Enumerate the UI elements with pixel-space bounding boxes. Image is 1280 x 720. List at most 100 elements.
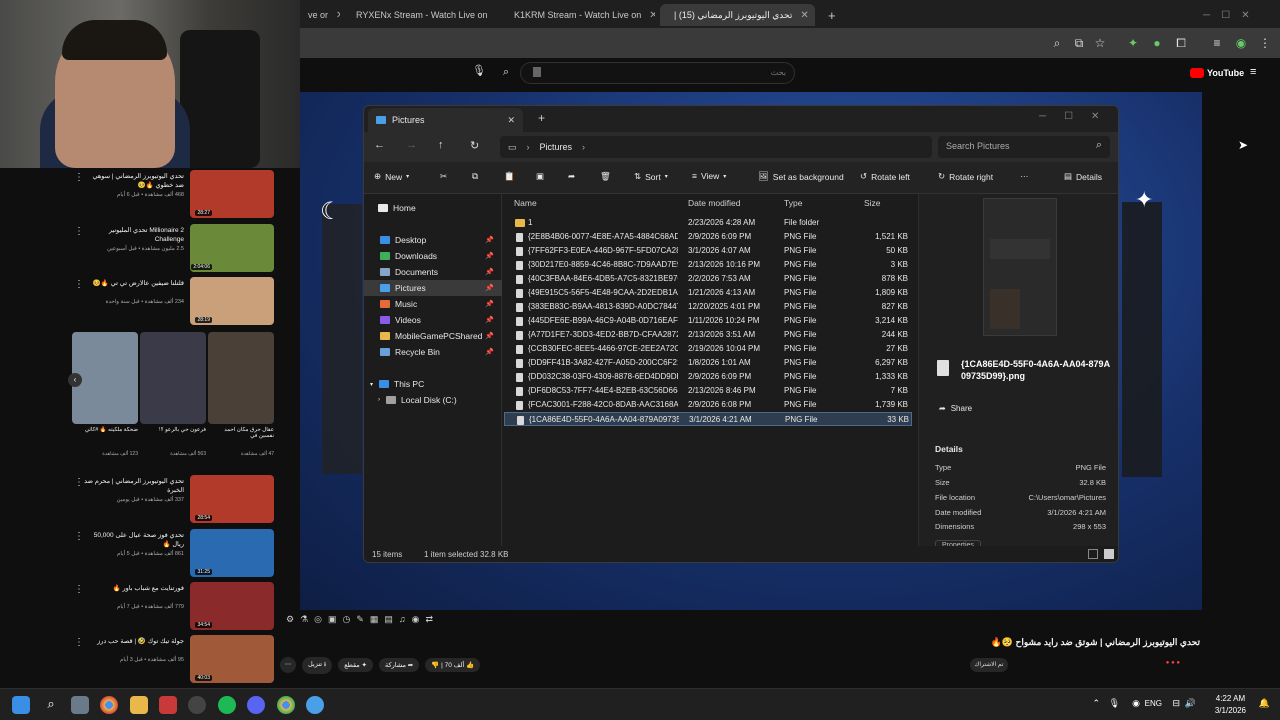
file-row[interactable]: {DD9FF41B-3A82-427F-A05D-200CC6F21... 1/8… [504, 356, 912, 370]
recommended-video[interactable]: 28:54 تحدي اليوتيوبرز الرمضاني | محرم ضد… [0, 473, 280, 525]
chevron-right-icon[interactable]: › [378, 397, 380, 403]
file-explorer-icon[interactable] [130, 696, 148, 714]
more-options-icon[interactable]: ⋮ [74, 172, 84, 183]
file-row[interactable]: {2E8B4B06-0077-4E8E-A7A5-4884C68AD8... 2/… [504, 230, 912, 244]
forward-arrow-icon[interactable]: → [406, 139, 417, 151]
more-options-icon[interactable]: ⋮ [74, 279, 84, 290]
extensions-puzzle-icon[interactable]: ⧠ [1172, 34, 1190, 52]
breadcrumb[interactable]: ▭ › Pictures › [500, 136, 932, 158]
extension-icon[interactable]: ✦ [1124, 34, 1142, 52]
more-options-icon[interactable]: ⋮ [74, 531, 84, 542]
browser-tab-1[interactable]: ve or✕ [300, 4, 340, 26]
file-row[interactable]: {CCB30FEC-8EE5-4466-97CE-2EE2A72C82... 2/… [504, 342, 912, 356]
chrome-active-icon[interactable] [277, 696, 295, 714]
file-row[interactable]: {FCAC3001-F288-42C0-8DAB-AAC3168A... 2/9/… [504, 398, 912, 412]
notification-bell-icon[interactable]: 🔔 [1259, 698, 1270, 709]
location-icon[interactable]: ◉ [1132, 698, 1140, 709]
more-options-icon[interactable]: ⋮ [74, 584, 84, 595]
nav-item-music[interactable]: Music 📌 [364, 296, 502, 312]
video-title[interactable]: جولة تيك توك 🤣 | قصة حب درز [84, 637, 184, 646]
new-button[interactable]: ⊕ New ▾ [374, 171, 409, 182]
zoom-icon[interactable]: ⌕ [1048, 34, 1066, 52]
language-indicator[interactable]: ENG [1145, 699, 1162, 708]
rotate-left-button[interactable]: ↺ Rotate left [860, 171, 910, 182]
clip-button[interactable]: مقطع ✦ [338, 658, 374, 672]
chevron-down-icon[interactable]: ▾ [370, 381, 373, 388]
more-actions-button[interactable]: ⋯ [280, 657, 296, 673]
app-icon[interactable] [159, 696, 177, 714]
video-title[interactable]: تحدي اليوتيوبرز الرمضاني | سوهي ضد خطوي … [84, 172, 184, 190]
details-view-toggle[interactable] [1088, 549, 1098, 559]
video-title[interactable]: Millionaire 2 تحدي المليونير Challenge [84, 226, 184, 244]
more-options-button[interactable]: ··· [1020, 171, 1029, 181]
column-header-date[interactable]: Date modified [688, 198, 740, 208]
new-tab-button[interactable]: + [538, 111, 545, 125]
close-icon[interactable]: ✕ [792, 10, 808, 21]
file-row[interactable]: {DD032C38-03F0-4309-8878-6ED4DD9DB... 2/9… [504, 370, 912, 384]
settings-icon[interactable] [71, 696, 89, 714]
preview-share-button[interactable]: ➦ Share [939, 404, 972, 413]
more-options-icon[interactable]: ⋮ [74, 637, 84, 648]
short-thumbnail[interactable] [208, 332, 274, 424]
recommended-video[interactable]: 2:04:06 Millionaire 2 تحدي المليونير Cha… [0, 222, 280, 274]
video-title[interactable]: تحدي فوز صحة عيال على 50,000 ريال 🔥 [84, 531, 184, 549]
mic-icon[interactable]: 🎙 [1109, 698, 1120, 709]
windows-start-icon[interactable] [12, 696, 30, 714]
file-row[interactable]: {40C3FBAA-84E6-4DB5-A7C5-8321BE97C... 2/2… [504, 272, 912, 286]
youtube-search-input[interactable]: ⌕ بحث [503, 62, 795, 84]
share-button[interactable]: مشاركة ➦ [379, 658, 420, 672]
mic-icon[interactable]: 🎙 [472, 64, 486, 80]
window-controls[interactable]: ─ ☐ ✕ [1195, 4, 1275, 26]
screenshot-icon[interactable]: ⧉ [1070, 34, 1088, 52]
refresh-icon[interactable]: ↻ [470, 139, 479, 152]
short-thumbnail[interactable] [140, 332, 206, 424]
file-row[interactable]: {49E915C5-56F5-4E48-9CAA-2D2EDB1AD... 1/2… [504, 286, 912, 300]
view-button[interactable]: ≡ View ▾ [692, 171, 726, 181]
file-row[interactable]: {30D217E0-8859-4C46-8B8C-7D9AAD7E9... 2/1… [504, 258, 912, 272]
sort-button[interactable]: ⇅ Sort ▾ [634, 171, 668, 182]
network-icon[interactable]: ⊟ [1172, 698, 1180, 709]
set-as-background-button[interactable]: 🖼 Set as background [758, 171, 844, 182]
media-icon[interactable]: ≡ [1208, 34, 1226, 52]
short-title[interactable]: ضحكة ملكيته 🔥 #كاثي [72, 427, 138, 433]
close-icon[interactable]: ✕ [641, 10, 655, 21]
nav-item-downloads[interactable]: Downloads 📌 [364, 248, 502, 264]
browser-tab-2[interactable]: RYXENx Stream - Watch Live on✕ [342, 4, 497, 26]
delete-button[interactable]: 🗑 [600, 171, 611, 182]
column-header-type[interactable]: Type [784, 198, 802, 208]
video-title[interactable]: قلتلنا ضيفين عالارض تي تي 🔥🥺 [84, 279, 184, 288]
recommended-video[interactable]: 40:03 جولة تيك توك 🤣 | قصة حب درز 95 ألف… [0, 633, 280, 685]
details-pane-button[interactable]: ▤ Details [1064, 171, 1102, 182]
nav-item-home[interactable]: Home [364, 200, 502, 216]
nav-item-local-disk[interactable]: › Local Disk (C:) [364, 392, 502, 408]
recommended-video[interactable]: 28:19 قلتلنا ضيفين عالارض تي تي 🔥🥺 234 أ… [0, 275, 280, 327]
nav-item-pictures[interactable]: Pictures 📌 [364, 280, 502, 296]
back-arrow-icon[interactable]: ← [374, 139, 385, 151]
nav-item-documents[interactable]: Documents 📌 [364, 264, 502, 280]
discord-icon[interactable] [247, 696, 265, 714]
nav-item-recycle-bin[interactable]: Recycle Bin 📌 [364, 344, 502, 360]
file-row[interactable]: 1 2/23/2026 4:28 AM File folder [504, 216, 912, 230]
search-icon[interactable]: ⌕ [503, 66, 509, 79]
nav-item-mobilegamepcshared[interactable]: MobileGamePCShared 📌 [364, 328, 502, 344]
rename-button[interactable]: ▣ [536, 171, 544, 182]
nav-item-desktop[interactable]: Desktop 📌 [364, 232, 502, 248]
video-title[interactable]: فورتنايت مع شباب باور 🔥 [84, 584, 184, 593]
cut-button[interactable]: ✂ [440, 171, 447, 182]
tray-chevron-icon[interactable]: ⌃ [1092, 698, 1100, 709]
like-dislike-button[interactable]: 👎 | 70 ألف 👍 [425, 658, 481, 672]
share-button[interactable]: ➦ [568, 171, 575, 182]
file-row[interactable]: {1CA86E4D-55F0-4A6A-AA04-879A09735... 3/1… [504, 412, 912, 426]
close-icon[interactable]: ✕ [328, 10, 340, 21]
file-row[interactable]: {7FF62FF3-E0EA-446D-967F-5FD07CA28C... 3/… [504, 244, 912, 258]
browser-tab-active[interactable]: تحدي اليوتيوبرز الرمضاني (15) | ✕ [660, 4, 815, 26]
file-row[interactable]: {383EB83C-B9AA-4813-839D-A0DC78447... 12/… [504, 300, 912, 314]
new-tab-button[interactable]: + [820, 4, 840, 26]
nav-item-this-pc[interactable]: ▾ This PC [364, 376, 502, 392]
recommended-video[interactable]: 31:25 تحدي فوز صحة عيال على 50,000 ريال … [0, 527, 280, 579]
system-clock[interactable]: 4:22 AM 3/1/2026 [1215, 693, 1246, 717]
short-title[interactable]: عقال حرق مكان احمد نفسين في [208, 427, 274, 439]
file-row[interactable]: {A77D1FE7-3DD3-4ED2-BB7D-CFAA2872E... 2/1… [504, 328, 912, 342]
bookmark-star-icon[interactable]: ☆ [1091, 34, 1109, 52]
more-options-icon[interactable]: ⋮ [74, 477, 84, 488]
